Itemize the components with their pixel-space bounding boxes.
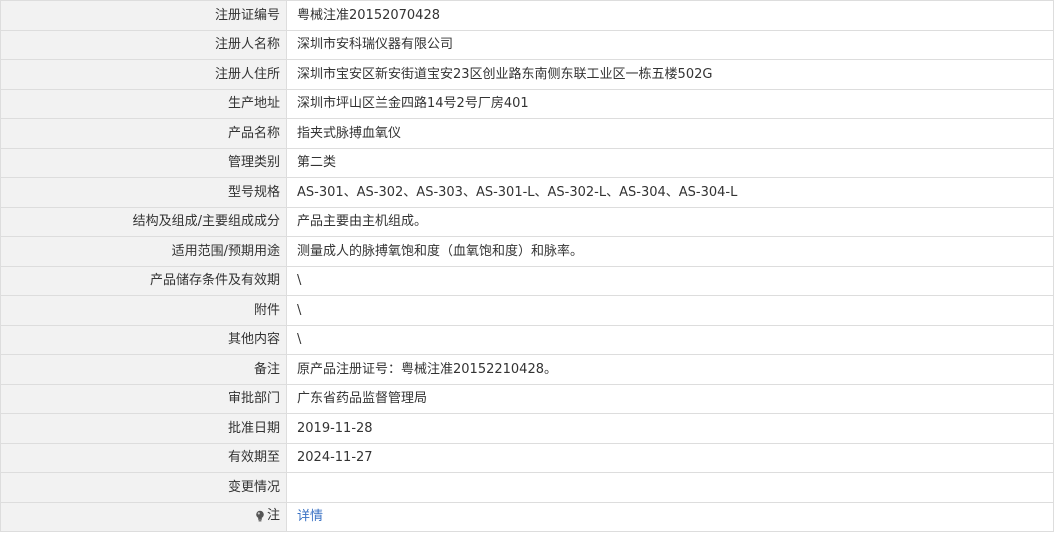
row-value: 粤械注准20152070428 [286, 0, 1054, 31]
row-value: 广东省药品监督管理局 [286, 383, 1054, 414]
note-row: 注 详情 [0, 501, 1054, 532]
row-label: 其他内容 [0, 324, 287, 355]
table-row: 变更情况 [0, 472, 1054, 503]
details-link[interactable]: 详情 [297, 509, 323, 524]
table-row: 注册证编号 粤械注准20152070428 [0, 0, 1054, 31]
table-row: 结构及组成/主要组成成分 产品主要由主机组成。 [0, 206, 1054, 237]
row-label: 型号规格 [0, 177, 287, 208]
row-label: 审批部门 [0, 383, 287, 414]
table-row: 其他内容 \ [0, 324, 1054, 355]
registration-rows: 注册证编号 粤械注准20152070428 注册人名称 深圳市安科瑞仪器有限公司… [0, 0, 1054, 532]
row-label: 生产地址 [0, 88, 287, 119]
row-label: 附件 [0, 295, 287, 326]
note-label-cell: 注 [0, 501, 287, 532]
table-row: 生产地址 深圳市坪山区兰金四路14号2号厂房401 [0, 88, 1054, 119]
table-row: 产品名称 指夹式脉搏血氧仪 [0, 118, 1054, 149]
row-label: 有效期至 [0, 442, 287, 473]
table-row: 注册人名称 深圳市安科瑞仪器有限公司 [0, 29, 1054, 60]
row-value [286, 472, 1054, 503]
note-label-text: 注 [266, 508, 280, 523]
table-row: 型号规格 AS-301、AS-302、AS-303、AS-301-L、AS-30… [0, 177, 1054, 208]
row-label: 注册人住所 [0, 59, 287, 90]
row-value: 产品主要由主机组成。 [286, 206, 1054, 237]
row-label: 产品名称 [0, 118, 287, 149]
table-row: 批准日期 2019-11-28 [0, 413, 1054, 444]
row-label: 产品储存条件及有效期 [0, 265, 287, 296]
table-row: 注册人住所 深圳市宝安区新安街道宝安23区创业路东南侧东联工业区一栋五楼502G [0, 59, 1054, 90]
row-value: AS-301、AS-302、AS-303、AS-301-L、AS-302-L、A… [286, 177, 1054, 208]
row-value: 2024-11-27 [286, 442, 1054, 473]
row-label: 注册证编号 [0, 0, 287, 31]
table-row: 审批部门 广东省药品监督管理局 [0, 383, 1054, 414]
row-label: 注册人名称 [0, 29, 287, 60]
row-value: 指夹式脉搏血氧仪 [286, 118, 1054, 149]
table-row: 适用范围/预期用途 测量成人的脉搏氧饱和度（血氧饱和度）和脉率。 [0, 236, 1054, 267]
row-value: 深圳市坪山区兰金四路14号2号厂房401 [286, 88, 1054, 119]
table-row: 产品储存条件及有效期 \ [0, 265, 1054, 296]
row-value: 深圳市安科瑞仪器有限公司 [286, 29, 1054, 60]
note-value-cell: 详情 [286, 501, 1054, 532]
row-value: 深圳市宝安区新安街道宝安23区创业路东南侧东联工业区一栋五楼502G [286, 59, 1054, 90]
table-row: 有效期至 2024-11-27 [0, 442, 1054, 473]
row-label: 结构及组成/主要组成成分 [0, 206, 287, 237]
row-label: 备注 [0, 354, 287, 385]
row-value: \ [286, 265, 1054, 296]
device-registration-table: 注册证编号 粤械注准20152070428 注册人名称 深圳市安科瑞仪器有限公司… [0, 0, 1054, 532]
row-label: 批准日期 [0, 413, 287, 444]
row-value: 测量成人的脉搏氧饱和度（血氧饱和度）和脉率。 [286, 236, 1054, 267]
lightbulb-icon [255, 510, 265, 522]
row-label: 变更情况 [0, 472, 287, 503]
note-label: 注 [255, 509, 280, 522]
row-value: \ [286, 295, 1054, 326]
table-row: 附件 \ [0, 295, 1054, 326]
table-row: 备注 原产品注册证号：粤械注准20152210428。 [0, 354, 1054, 385]
row-value: 原产品注册证号：粤械注准20152210428。 [286, 354, 1054, 385]
row-value: 第二类 [286, 147, 1054, 178]
row-label: 适用范围/预期用途 [0, 236, 287, 267]
row-label: 管理类别 [0, 147, 287, 178]
table-row: 管理类别 第二类 [0, 147, 1054, 178]
row-value: 2019-11-28 [286, 413, 1054, 444]
row-value: \ [286, 324, 1054, 355]
